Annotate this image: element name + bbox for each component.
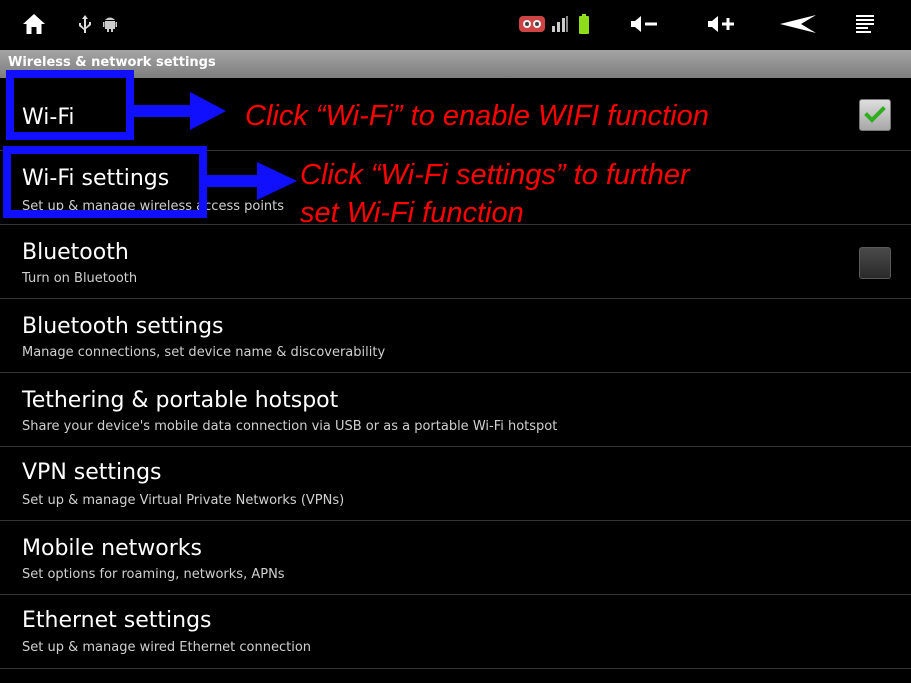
volume-up-icon[interactable]: [704, 10, 740, 38]
wifi-settings-annotation-line2: set Wi-Fi function: [300, 197, 524, 229]
usb-icon: [74, 10, 96, 38]
vpn-settings-row[interactable]: VPN settings Set up & manage Virtual Pri…: [0, 448, 911, 521]
volume-down-icon[interactable]: [628, 10, 662, 38]
vpn-settings-title: VPN settings: [22, 460, 162, 485]
wifi-arrow-icon: [130, 92, 226, 130]
bluetooth-settings-row[interactable]: Bluetooth settings Manage connections, s…: [0, 300, 911, 373]
section-title: Wireless & network settings: [8, 55, 216, 70]
wifi-highlight-box: [6, 70, 134, 140]
ethernet-settings-title: Ethernet settings: [22, 608, 212, 633]
bluetooth-title: Bluetooth: [22, 240, 129, 265]
bluetooth-settings-subtitle: Manage connections, set device name & di…: [22, 345, 386, 360]
bluetooth-toggle-row[interactable]: Bluetooth Turn on Bluetooth: [0, 226, 911, 299]
wifi-checkbox[interactable]: [859, 99, 891, 131]
signal-icon: [549, 10, 571, 38]
wifi-settings-annotation-line1: Click “Wi-Fi settings” to further: [300, 159, 690, 191]
notification-icon: [517, 10, 547, 38]
mobile-networks-row[interactable]: Mobile networks Set options for roaming,…: [0, 522, 911, 595]
wifi-settings-highlight-box: [3, 146, 207, 218]
battery-icon: [576, 10, 592, 38]
tethering-title: Tethering & portable hotspot: [22, 388, 339, 413]
status-bar: [0, 0, 911, 49]
vpn-settings-subtitle: Set up & manage Virtual Private Networks…: [22, 493, 345, 508]
ethernet-settings-subtitle: Set up & manage wired Ethernet connectio…: [22, 640, 312, 655]
bluetooth-settings-title: Bluetooth settings: [22, 314, 224, 339]
wifi-settings-arrow-icon: [205, 162, 297, 200]
mobile-networks-subtitle: Set options for roaming, networks, APNs: [22, 567, 285, 582]
section-header: Wireless & network settings: [0, 50, 911, 78]
bluetooth-checkbox[interactable]: [859, 247, 891, 279]
back-icon[interactable]: [778, 10, 818, 38]
tethering-subtitle: Share your device's mobile data connecti…: [22, 419, 558, 434]
home-icon[interactable]: [14, 10, 54, 38]
wifi-annotation: Click “Wi-Fi” to enable WIFI function: [245, 100, 709, 132]
tethering-row[interactable]: Tethering & portable hotspot Share your …: [0, 374, 911, 447]
android-debug-icon: [100, 10, 120, 38]
bluetooth-subtitle: Turn on Bluetooth: [22, 271, 138, 286]
menu-icon[interactable]: [852, 10, 878, 38]
ethernet-settings-row[interactable]: Ethernet settings Set up & manage wired …: [0, 596, 911, 669]
checkmark-icon: [864, 106, 886, 123]
mobile-networks-title: Mobile networks: [22, 536, 202, 561]
